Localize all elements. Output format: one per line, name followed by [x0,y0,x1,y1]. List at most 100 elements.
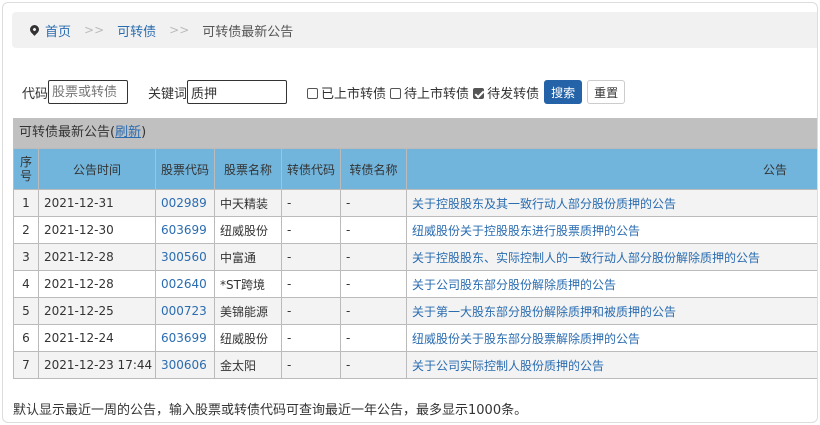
checkbox-label: 已上市转债 [321,86,387,102]
stock-name-cell: *ST跨境 [214,270,282,298]
seq-cell: 6 [13,324,39,352]
col-header-stock-code: 股票代码 [155,148,215,190]
time-cell: 2021-12-23 17:44 [38,351,156,379]
checkbox-pending-listing[interactable]: 待上市转债 [390,83,469,102]
stock-name-cell: 中天精装 [214,189,282,217]
bond-code-cell: - [281,351,341,379]
stock-code-cell: 603699 [155,216,215,244]
checkbox-icon[interactable] [307,87,319,99]
stock-code-link[interactable]: 002640 [161,277,207,291]
stock-name-cell: 金太阳 [214,351,282,379]
col-header-stock-name: 股票名称 [214,148,282,190]
stock-code-link[interactable]: 603699 [161,331,207,345]
checkbox-listed[interactable]: 已上市转债 [307,83,386,102]
bond-name-cell: - [340,324,407,352]
bond-name-cell: - [340,216,407,244]
seq-cell: 5 [13,297,39,325]
bond-name-cell: - [340,189,407,217]
announcement-link[interactable]: 纽威股份关于控股股东进行股票质押的公告 [412,224,640,238]
breadcrumb-convertible-bonds[interactable]: 可转债 [117,21,156,40]
table-row: 5 2021-12-25 000723 美锦能源 - - 关于第一大股东部分股份解除质押和被… [13,297,817,325]
breadcrumb-separator: >> [84,23,105,37]
time-cell: 2021-12-30 [38,216,156,244]
time-cell: 2021-12-24 [38,324,156,352]
announcement-link[interactable]: 关于第一大股东部分股份解除质押和被质押的公告 [412,305,676,319]
footer-note: 默认显示最近一周的公告，输入股票或转债代码可查询最近一年公告，最多显示1000条… [13,403,528,418]
col-header-time: 公告时间 [38,148,156,190]
stock-code-link[interactable]: 002989 [161,196,207,210]
table-row: 7 2021-12-23 17:44 300606 金太阳 - - 关于公司实际控制人股份质… [13,351,817,379]
breadcrumb: 首页 >> 可转债 >> 可转债最新公告 [12,12,817,48]
col-header-bond-name: 转债名称 [340,148,407,190]
seq-cell: 1 [13,189,39,217]
checkbox-checked-icon[interactable] [473,87,485,99]
time-cell: 2021-12-25 [38,297,156,325]
time-cell: 2021-12-28 [38,270,156,298]
stock-name-cell: 美锦能源 [214,297,282,325]
announcement-link[interactable]: 关于公司实际控制人股份质押的公告 [412,359,604,373]
stock-code-link[interactable]: 603699 [161,223,207,237]
stock-code-link[interactable]: 300560 [161,250,207,264]
announcement-link[interactable]: 关于控股股东、实际控制人的一致行动人部分股份解除质押的公告 [412,251,760,265]
table-header-row: 序号 公告时间 股票代码 股票名称 转债代码 转债名称 公告 [13,148,817,190]
announcement-link[interactable]: 纽威股份关于股东部分股票解除质押的公告 [412,332,640,346]
stock-code-cell: 603699 [155,324,215,352]
bond-code-cell: - [281,216,341,244]
bond-code-cell: - [281,270,341,298]
bond-name-cell: - [340,243,407,271]
checkbox-icon[interactable] [390,87,402,99]
bond-name-cell: - [340,297,407,325]
col-header-seq: 序号 [13,148,39,190]
table-title: 可转债最新公告(刷新) [13,118,817,148]
stock-code-link[interactable]: 000723 [161,304,207,318]
table-row: 1 2021-12-31 002989 中天精装 - - 关于控股股东及其一致行动人部分股份… [13,189,817,217]
col-header-announcement: 公告 [406,148,817,190]
breadcrumb-current: 可转债最新公告 [202,24,294,40]
stock-code-cell: 000723 [155,297,215,325]
breadcrumb-home[interactable]: 首页 [45,21,71,40]
code-input[interactable] [48,80,129,104]
refresh-link[interactable]: 刷新 [115,125,141,140]
checkbox-label: 待上市转债 [404,86,470,102]
stock-code-cell: 300606 [155,351,215,379]
col-header-bond-code: 转债代码 [281,148,341,190]
announcement-cell: 关于公司股东部分股份解除质押的公告 [406,270,817,298]
bond-name-cell: - [340,351,407,379]
announcement-link[interactable]: 关于控股股东及其一致行动人部分股份质押的公告 [412,197,676,211]
seq-cell: 3 [13,243,39,271]
stock-code-cell: 002640 [155,270,215,298]
announcements-panel: 可转债最新公告(刷新) 序号 公告时间 股票代码 股票名称 转债代码 转债名称 … [13,118,817,379]
reset-button[interactable]: 重置 [587,80,626,104]
announcements-table: 序号 公告时间 股票代码 股票名称 转债代码 转债名称 公告 1 2021-12-… [13,148,817,379]
stock-name-cell: 纽威股份 [214,216,282,244]
seq-cell: 7 [13,351,39,379]
bond-code-cell: - [281,243,341,271]
seq-cell: 4 [13,270,39,298]
search-button[interactable]: 搜索 [544,80,583,104]
bond-code-cell: - [281,324,341,352]
announcement-cell: 关于控股股东及其一致行动人部分股份质押的公告 [406,189,817,217]
announcement-cell: 纽威股份关于控股股东进行股票质押的公告 [406,216,817,244]
keyword-input[interactable] [187,80,288,104]
seq-cell: 2 [13,216,39,244]
bond-name-cell: - [340,270,407,298]
table-row: 6 2021-12-24 603699 纽威股份 - - 纽威股份关于股东部分股票解除质押的… [13,324,817,352]
location-pin-icon [28,22,41,36]
table-title-text: 可转债最新公告 [19,125,111,140]
stock-name-cell: 中富通 [214,243,282,271]
checkbox-label: 待发转债 [487,86,540,102]
bond-code-cell: - [281,189,341,217]
table-row: 4 2021-12-28 002640 *ST跨境 - - 关于公司股东部分股份解除质押的公… [13,270,817,298]
table-row: 3 2021-12-28 300560 中富通 - - 关于控股股东、实际控制人的一致行动人… [13,243,817,271]
page-frame: 首页 >> 可转债 >> 可转债最新公告 代码 关键词 已上市转债 待上市转债 … [2,2,818,423]
announcement-cell: 关于公司实际控制人股份质押的公告 [406,351,817,379]
stock-code-cell: 002989 [155,189,215,217]
code-label: 代码 [22,86,49,102]
announcement-cell: 关于第一大股东部分股份解除质押和被质押的公告 [406,297,817,325]
announcement-link[interactable]: 关于公司股东部分股份解除质押的公告 [412,278,616,292]
stock-code-link[interactable]: 300606 [161,358,207,372]
stock-code-cell: 300560 [155,243,215,271]
checkbox-pending-issue[interactable]: 待发转债 [473,83,539,102]
keyword-label: 关键词 [148,86,188,102]
time-cell: 2021-12-28 [38,243,156,271]
